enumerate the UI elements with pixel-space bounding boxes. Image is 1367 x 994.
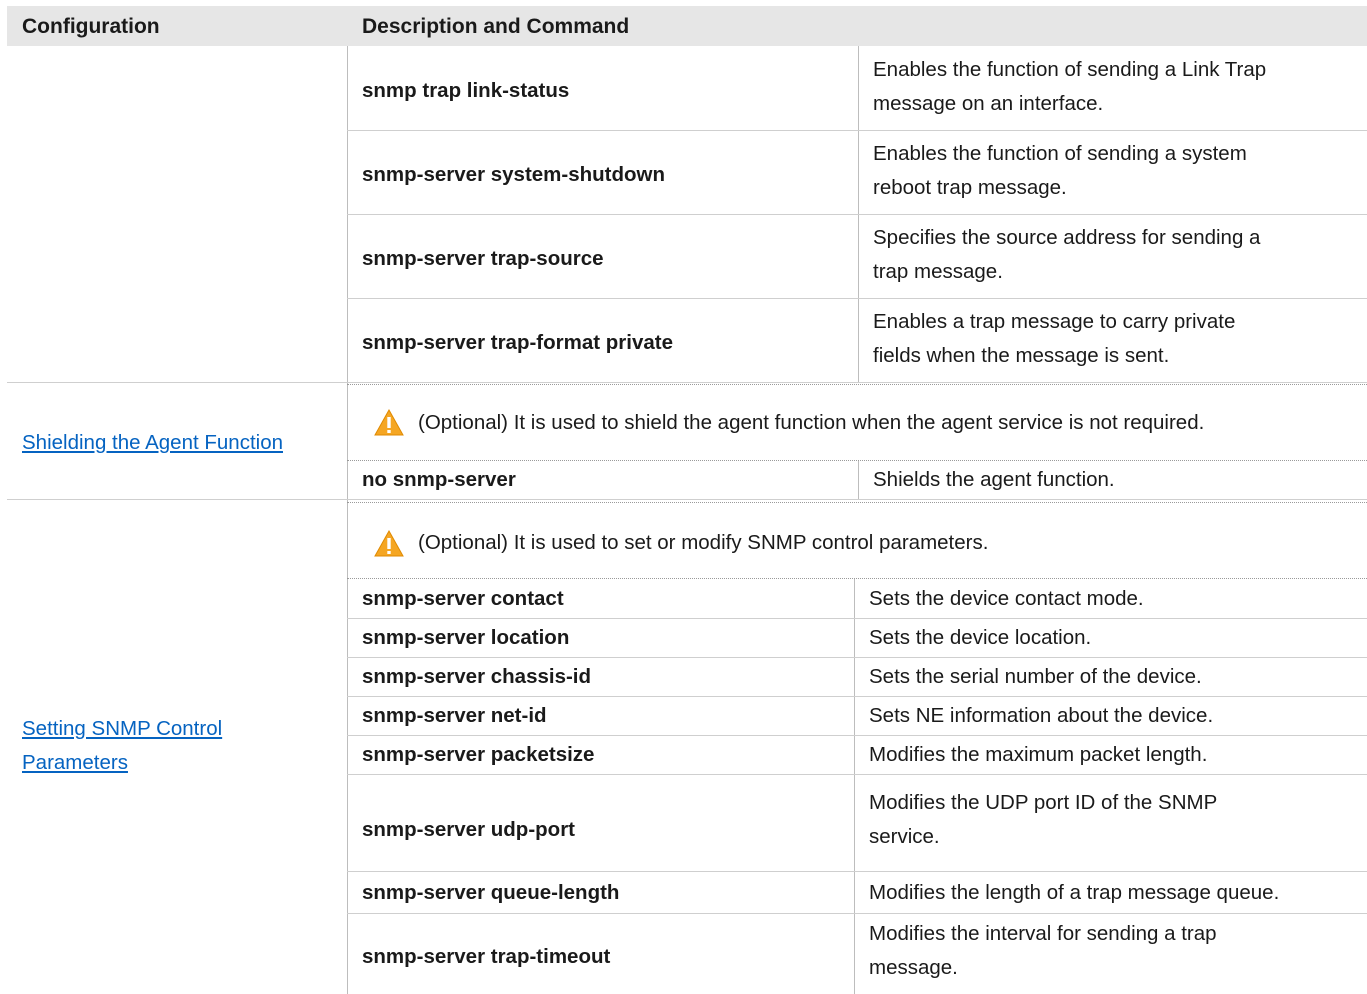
link-setting-snmp-control-parameters[interactable]: Setting SNMP Control Parameters (22, 712, 222, 780)
header-description: Description and Command (362, 15, 630, 38)
section-divider (7, 382, 1367, 383)
command-snmp-server-chassis-id: snmp-server chassis-id (362, 665, 592, 688)
description-line: Specifies the source address for sending… (873, 226, 1261, 249)
row-divider (347, 913, 1367, 914)
command-snmp-server-trap-format-private: snmp-server trap-format private (362, 331, 674, 354)
row-divider (347, 298, 1367, 299)
command-snmp-server-net-id: snmp-server net-id (362, 704, 547, 727)
section-divider (7, 499, 1367, 500)
command-snmp-server-queue-length: snmp-server queue-length (362, 881, 620, 904)
header-configuration: Configuration (22, 15, 160, 38)
row-divider (347, 657, 1367, 658)
command-snmp-server-trap-source: snmp-server trap-source (362, 247, 604, 270)
command-snmp-server-location: snmp-server location (362, 626, 570, 649)
row-divider (347, 735, 1367, 736)
description-packetsize: Modifies the maximum packet length. (869, 743, 1208, 766)
description-cell: Modifies the interval for sending a trap… (869, 917, 1217, 985)
description-line: fields when the message is sent. (873, 344, 1170, 367)
row-divider (347, 696, 1367, 697)
link-line: Setting SNMP Control (22, 717, 223, 740)
description-cell: Specifies the source address for sending… (873, 221, 1260, 289)
description-contact: Sets the device contact mode. (869, 587, 1144, 610)
description-line: message on an interface. (873, 92, 1104, 115)
description-line: Modifies the interval for sending a trap (869, 922, 1217, 945)
description-line: reboot trap message. (873, 176, 1067, 199)
table-header (7, 6, 1367, 46)
description-queue-length: Modifies the length of a trap message qu… (869, 881, 1280, 904)
description-location: Sets the device location. (869, 626, 1092, 649)
note-border-top (347, 384, 1367, 385)
command-snmp-trap-link-status: snmp trap link-status (362, 79, 570, 102)
row-divider (347, 871, 1367, 872)
note-border-top (347, 502, 1367, 503)
command-snmp-server-contact: snmp-server contact (362, 587, 564, 610)
description-line: Enables a trap message to carry private (873, 310, 1236, 333)
note-shield: (Optional) It is used to shield the agen… (418, 411, 1205, 434)
warning-icon (374, 530, 404, 557)
description-line: trap message. (873, 260, 1003, 283)
description-cell: Enables the function of sending a Link T… (873, 53, 1266, 121)
description-line: service. (869, 825, 940, 848)
row-divider (347, 130, 1367, 131)
description-chassis-id: Sets the serial number of the device. (869, 665, 1202, 688)
link-line: Parameters (22, 751, 128, 774)
description-net-id: Sets NE information about the device. (869, 704, 1214, 727)
description-line: Modifies the UDP port ID of the SNMP (869, 791, 1218, 814)
note-control: (Optional) It is used to set or modify S… (418, 531, 989, 554)
description-line: message. (869, 956, 958, 979)
note-border-bottom (347, 578, 1367, 579)
column-divider-control (854, 578, 855, 994)
warning-icon (374, 409, 404, 436)
description-cell: Modifies the UDP port ID of the SNMP ser… (869, 786, 1217, 854)
row-divider (347, 214, 1367, 215)
description-line: Enables the function of sending a system (873, 142, 1247, 165)
column-divider (347, 46, 348, 994)
description-cell: Enables a trap message to carry private … (873, 305, 1235, 373)
command-no-snmp-server: no snmp-server (362, 468, 516, 491)
row-divider (347, 774, 1367, 775)
column-divider-shield (858, 461, 859, 499)
description-cell: Enables the function of sending a system… (873, 137, 1247, 205)
row-divider (347, 618, 1367, 619)
command-snmp-server-packetsize: snmp-server packetsize (362, 743, 595, 766)
note-border-bottom (347, 460, 1367, 461)
command-snmp-server-udp-port: snmp-server udp-port (362, 818, 575, 841)
command-snmp-server-trap-timeout: snmp-server trap-timeout (362, 945, 611, 968)
command-snmp-server-system-shutdown: snmp-server system-shutdown (362, 163, 666, 186)
link-shielding-agent-function[interactable]: Shielding the Agent Function (22, 431, 283, 455)
description-shield: Shields the agent function. (873, 468, 1115, 491)
description-line: Enables the function of sending a Link T… (873, 58, 1267, 81)
